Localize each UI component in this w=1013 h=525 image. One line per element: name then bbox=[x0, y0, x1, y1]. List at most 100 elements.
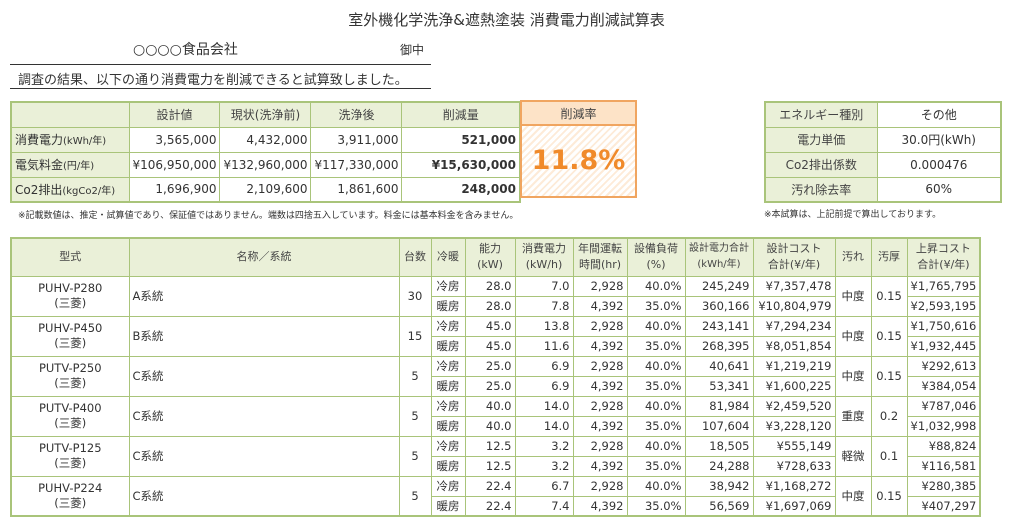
hours: 2,928 bbox=[572, 435, 628, 457]
mode: 暖房 bbox=[430, 415, 466, 437]
dirt-thickness: 0.1 bbox=[870, 435, 908, 477]
design-kwh: 40,641 bbox=[684, 355, 754, 377]
detail-table: 型式 名称／系統 台数 冷暖 能力 (kW) 消費電力 (kW/h) 年間運転 時間(… bbox=[10, 237, 982, 517]
unit-count: 5 bbox=[398, 395, 432, 437]
unit-count: 5 bbox=[398, 475, 432, 517]
design-kwh: 243,141 bbox=[684, 315, 754, 337]
design-kwh: 268,395 bbox=[684, 335, 754, 357]
design-cost: ¥1,219,219 bbox=[752, 355, 836, 377]
maker-name: (三菱) bbox=[54, 376, 87, 390]
power: 6.9 bbox=[514, 375, 574, 397]
load: 35.0% bbox=[626, 375, 686, 397]
design-cost: ¥1,600,225 bbox=[752, 375, 836, 397]
model-cell: PUHV-P280 (三菱) bbox=[10, 275, 130, 317]
dirt-thickness: 0.15 bbox=[870, 475, 908, 517]
design-kwh: 18,505 bbox=[684, 435, 754, 457]
header-hours: 年間運転 時間(hr) bbox=[572, 237, 628, 277]
mode: 冷房 bbox=[430, 475, 466, 497]
maker-name: (三菱) bbox=[54, 416, 87, 430]
hours: 2,928 bbox=[572, 315, 628, 337]
model-cell: PUTV-P125 (三菱) bbox=[10, 435, 130, 477]
mode: 冷房 bbox=[430, 435, 466, 457]
header-count: 台数 bbox=[398, 237, 432, 277]
energy-label: Co2排出係数 bbox=[764, 151, 878, 178]
design-cost: ¥1,168,272 bbox=[752, 475, 836, 497]
header-capacity: 能力 (kW) bbox=[464, 237, 516, 277]
design-cost: ¥10,804,979 bbox=[752, 295, 836, 317]
design-cost: ¥7,294,234 bbox=[752, 315, 836, 337]
model-number: PUTV-P250 bbox=[38, 361, 102, 375]
power: 3.2 bbox=[514, 435, 574, 457]
power: 3.2 bbox=[514, 455, 574, 477]
table-row: PUTV-P400 (三菱) C系統 5 冷房 40.0 14.0 2,928 40.0% 81,… bbox=[10, 395, 981, 437]
increase-cost: ¥1,765,795 bbox=[906, 275, 981, 297]
hours: 4,392 bbox=[572, 455, 628, 477]
design-kwh: 360,166 bbox=[684, 295, 754, 317]
model-number: PUTV-P125 bbox=[38, 441, 102, 455]
system-name: C系統 bbox=[128, 475, 400, 517]
design-cost: ¥7,357,478 bbox=[752, 275, 836, 297]
energy-value: 0.000476 bbox=[876, 151, 1002, 178]
increase-cost: ¥384,054 bbox=[906, 375, 981, 397]
design-kwh: 81,984 bbox=[684, 395, 754, 417]
increase-cost: ¥1,750,616 bbox=[906, 315, 981, 337]
mode: 冷房 bbox=[430, 355, 466, 377]
summary-header: 洗浄後 bbox=[310, 101, 403, 128]
increase-cost: ¥2,593,195 bbox=[906, 295, 981, 317]
after-value: 1,861,600 bbox=[310, 176, 403, 203]
model-cell: PUTV-P400 (三菱) bbox=[10, 395, 130, 437]
energy-value: 30.0円(kWh) bbox=[876, 126, 1002, 153]
intro-text: 調査の結果、以下の通り消費電力を削減できると試算致しました。 bbox=[18, 73, 408, 88]
load: 40.0% bbox=[626, 355, 686, 377]
model-cell: PUHV-P450 (三菱) bbox=[10, 315, 130, 357]
before-value: 4,432,000 bbox=[219, 126, 312, 153]
table-row: PUHV-P450 (三菱) B系統 15 冷房 45.0 13.8 2,928 40.0% 24… bbox=[10, 315, 981, 357]
power: 7.4 bbox=[514, 495, 574, 517]
table-row: PUTV-P250 (三菱) C系統 5 冷房 25.0 6.9 2,928 40.0% 40,6… bbox=[10, 355, 981, 397]
increase-cost: ¥1,032,998 bbox=[906, 415, 981, 437]
after-value: 3,911,000 bbox=[310, 126, 403, 153]
design-value: ¥106,950,000 bbox=[128, 151, 221, 178]
unit-count: 15 bbox=[398, 315, 432, 357]
header-design-cost: 設計コスト 合計(¥/年) bbox=[752, 237, 836, 277]
capacity: 45.0 bbox=[464, 315, 516, 337]
maker-name: (三菱) bbox=[54, 456, 87, 470]
design-kwh: 56,569 bbox=[684, 495, 754, 517]
header-load: 設備負荷 (%) bbox=[626, 237, 686, 277]
load: 40.0% bbox=[626, 395, 686, 417]
increase-cost: ¥292,613 bbox=[906, 355, 981, 377]
mode: 暖房 bbox=[430, 495, 466, 517]
unit-count: 5 bbox=[398, 435, 432, 477]
power: 7.8 bbox=[514, 295, 574, 317]
capacity: 28.0 bbox=[464, 275, 516, 297]
hours: 4,392 bbox=[572, 415, 628, 437]
header-power: 消費電力 (kW/h) bbox=[514, 237, 574, 277]
summary-row: 消費電力(kWh/年) 3,565,000 4,432,000 3,911,00… bbox=[10, 126, 521, 153]
reduction-value: 248,000 bbox=[401, 176, 521, 203]
capacity: 12.5 bbox=[464, 455, 516, 477]
hours: 4,392 bbox=[572, 495, 628, 517]
hours: 2,928 bbox=[572, 355, 628, 377]
mode: 冷房 bbox=[430, 315, 466, 337]
summary-corner-cell bbox=[10, 101, 130, 128]
capacity: 12.5 bbox=[464, 435, 516, 457]
summary-table: 設計値 現状(洗浄前) 洗浄後 削減量 消費電力(kWh/年) 3,565,00… bbox=[10, 101, 521, 203]
page-title: 室外機化学洗浄&遮熱塗装 消費電力削減試算表 bbox=[348, 11, 665, 29]
maker-name: (三菱) bbox=[54, 495, 87, 510]
power: 11.6 bbox=[514, 335, 574, 357]
energy-label: エネルギー種別 bbox=[764, 101, 878, 128]
row-label: 消費電力(kWh/年) bbox=[10, 126, 130, 153]
capacity: 22.4 bbox=[464, 475, 516, 497]
header-thickness: 汚厚 bbox=[870, 237, 908, 277]
capacity: 45.0 bbox=[464, 335, 516, 357]
summary-row: 電気料金(円/年) ¥106,950,000 ¥132,960,000 ¥117… bbox=[10, 151, 521, 178]
design-kwh: 107,604 bbox=[684, 415, 754, 437]
dirt-thickness: 0.15 bbox=[870, 275, 908, 317]
design-kwh: 38,942 bbox=[684, 475, 754, 497]
increase-cost: ¥88,824 bbox=[906, 435, 981, 457]
row-label: Co2排出(kgCo2/年) bbox=[10, 176, 130, 203]
header-model: 型式 bbox=[10, 237, 130, 277]
divider bbox=[10, 64, 431, 65]
system-name: A系統 bbox=[128, 275, 400, 317]
design-kwh: 53,341 bbox=[684, 375, 754, 397]
